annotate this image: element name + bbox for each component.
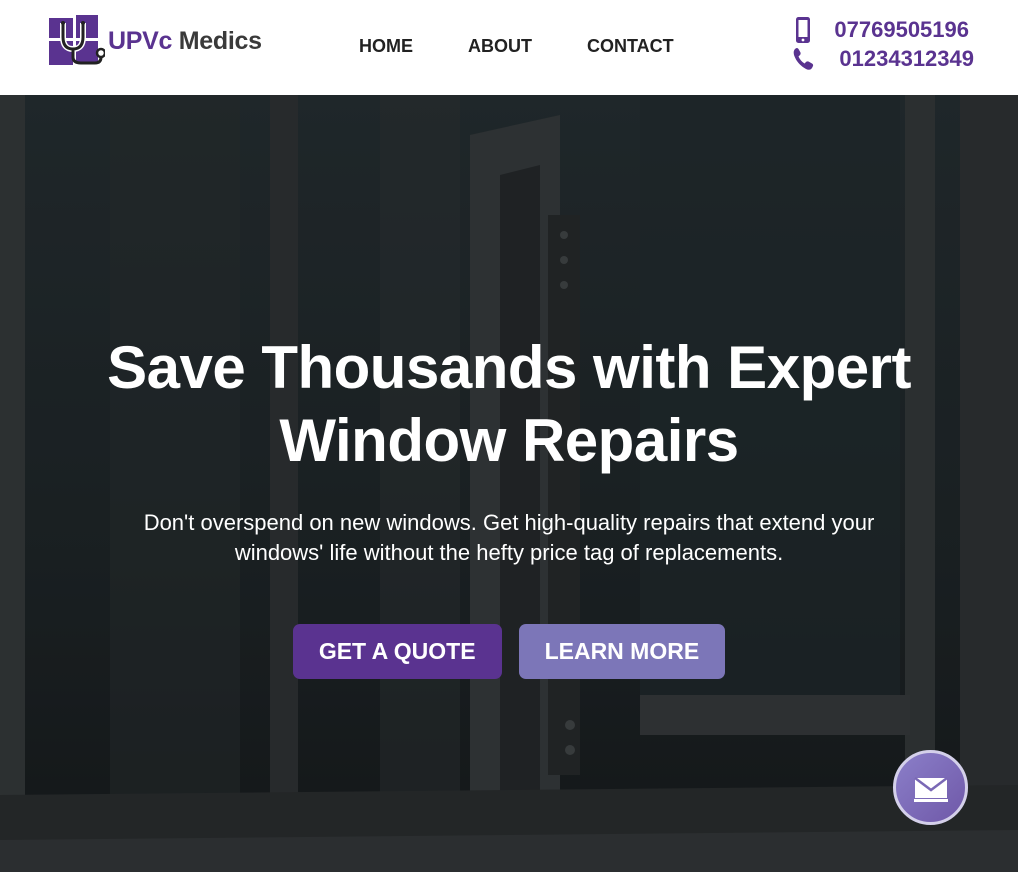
nav-about[interactable]: ABOUT [468,35,532,57]
logo[interactable]: UPVc Medics [49,15,262,67]
nav-contact[interactable]: CONTACT [587,35,674,57]
hero-subtitle-line1: Don't overspend on new windows. Get high… [143,510,875,535]
hero-subtitle: Don't overspend on new windows. Get high… [0,508,1018,568]
envelope-icon [913,776,948,802]
hero-content: Save Thousands with Expert Window Repair… [0,331,1018,679]
mobile-phone-icon [796,16,811,43]
phone-handset-icon [794,47,814,70]
main-nav: HOME ABOUT CONTACT [359,35,674,57]
get-a-quote-button[interactable]: GET A QUOTE [292,624,502,679]
logo-text-medics: Medics [178,26,262,55]
hero-title: Save Thousands with Expert Window Repair… [0,331,1018,477]
learn-more-button[interactable]: LEARN MORE [518,624,726,679]
hero-title-line2: Window Repairs [279,407,739,474]
hero-title-line1: Save Thousands with Expert [107,334,911,401]
logo-text-upvc: UPVc [108,26,173,55]
mobile-number: 07769505196 [834,17,969,42]
logo-text: UPVc Medics [108,26,262,55]
site-header: UPVc Medics HOME ABOUT CONTACT 077695051… [0,0,1018,95]
nav-home[interactable]: HOME [359,35,413,57]
hero-subtitle-line2: windows' life without the hefty price ta… [234,540,784,565]
contact-numbers: 07769505196 01234312349 [791,15,974,73]
email-contact-button[interactable] [893,750,968,825]
window-stethoscope-icon [49,15,105,65]
landline-number: 01234312349 [839,46,974,71]
mobile-number-link[interactable]: 07769505196 [791,15,974,44]
hero-section: Save Thousands with Expert Window Repair… [0,95,1018,872]
hero-buttons: GET A QUOTE LEARN MORE [0,624,1018,679]
landline-number-link[interactable]: 01234312349 [791,44,974,73]
